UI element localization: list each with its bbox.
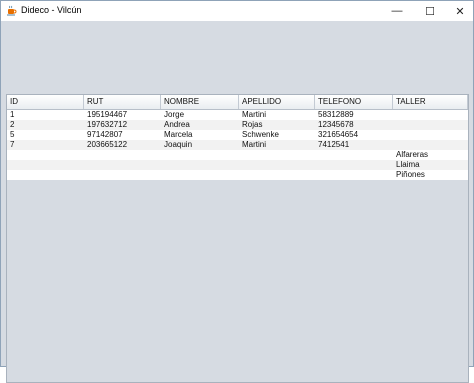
- cell-nombre[interactable]: Jorge: [161, 110, 239, 120]
- table-row[interactable]: Llaima: [7, 160, 468, 170]
- cell-nombre[interactable]: [161, 150, 239, 160]
- cell-taller[interactable]: [393, 120, 468, 130]
- cell-nombre[interactable]: [161, 170, 239, 180]
- maximize-icon: ☐: [425, 5, 435, 18]
- cell-apellido[interactable]: [239, 170, 315, 180]
- cell-nombre[interactable]: Marcela: [161, 130, 239, 140]
- cell-telefono[interactable]: [315, 160, 393, 170]
- close-button[interactable]: ✕: [445, 1, 474, 21]
- cell-id[interactable]: 2: [7, 120, 84, 130]
- cell-apellido[interactable]: Schwenke: [239, 130, 315, 140]
- column-header-taller[interactable]: TALLER: [393, 95, 468, 109]
- minimize-icon: —: [391, 5, 403, 17]
- cell-nombre[interactable]: Joaquin: [161, 140, 239, 150]
- table-header: ID RUT NOMBRE APELLIDO TELEFONO TALLER: [7, 95, 468, 110]
- cell-apellido[interactable]: [239, 150, 315, 160]
- cell-telefono[interactable]: [315, 150, 393, 160]
- client-area: ID RUT NOMBRE APELLIDO TELEFONO TALLER 1…: [1, 21, 473, 383]
- column-header-telefono[interactable]: TELEFONO: [315, 95, 393, 109]
- cell-id[interactable]: [7, 170, 84, 180]
- cell-telefono[interactable]: 321654654: [315, 130, 393, 140]
- cell-rut[interactable]: 197632712: [84, 120, 161, 130]
- column-header-apellido[interactable]: APELLIDO: [239, 95, 315, 109]
- cell-id[interactable]: [7, 160, 84, 170]
- cell-taller[interactable]: [393, 140, 468, 150]
- maximize-button[interactable]: ☐: [415, 1, 445, 21]
- table-row[interactable]: Alfareras: [7, 150, 468, 160]
- window-title: Dideco - Vilcún: [21, 5, 82, 15]
- app-window: Dideco - Vilcún — ☐ ✕ ID RUT NOMBRE APEL…: [0, 0, 474, 383]
- title-bar[interactable]: Dideco - Vilcún — ☐ ✕: [1, 1, 473, 21]
- cell-id[interactable]: 5: [7, 130, 84, 140]
- cell-rut[interactable]: [84, 150, 161, 160]
- cell-id[interactable]: [7, 150, 84, 160]
- table-row[interactable]: 2 197632712 Andrea Rojas 12345678: [7, 120, 468, 130]
- table-row[interactable]: 1 195194467 Jorge Martini 58312889: [7, 110, 468, 120]
- column-header-nombre[interactable]: NOMBRE: [161, 95, 239, 109]
- table-row[interactable]: 5 97142807 Marcela Schwenke 321654654: [7, 130, 468, 140]
- cell-rut[interactable]: 195194467: [84, 110, 161, 120]
- cell-apellido[interactable]: Rojas: [239, 120, 315, 130]
- table-row[interactable]: 7 203665122 Joaquin Martini 7412541: [7, 140, 468, 150]
- cell-taller[interactable]: [393, 110, 468, 120]
- table-row[interactable]: Piñones: [7, 170, 468, 180]
- cell-apellido[interactable]: [239, 160, 315, 170]
- cell-telefono[interactable]: 12345678: [315, 120, 393, 130]
- cell-apellido[interactable]: Martini: [239, 110, 315, 120]
- cell-apellido[interactable]: Martini: [239, 140, 315, 150]
- cell-id[interactable]: 1: [7, 110, 84, 120]
- column-header-id[interactable]: ID: [7, 95, 84, 109]
- cell-nombre[interactable]: [161, 160, 239, 170]
- cell-id[interactable]: 7: [7, 140, 84, 150]
- cell-rut[interactable]: [84, 160, 161, 170]
- cell-taller[interactable]: Alfareras: [393, 150, 468, 160]
- table-body: 1 195194467 Jorge Martini 58312889 2 197…: [7, 110, 468, 180]
- java-cup-icon: [7, 5, 17, 16]
- cell-rut[interactable]: 203665122: [84, 140, 161, 150]
- cell-rut[interactable]: 97142807: [84, 130, 161, 140]
- close-icon: ✕: [455, 5, 465, 18]
- column-header-rut[interactable]: RUT: [84, 95, 161, 109]
- minimize-button[interactable]: —: [382, 1, 412, 21]
- data-table[interactable]: ID RUT NOMBRE APELLIDO TELEFONO TALLER 1…: [6, 94, 469, 383]
- cell-taller[interactable]: Piñones: [393, 170, 468, 180]
- cell-telefono[interactable]: [315, 170, 393, 180]
- cell-nombre[interactable]: Andrea: [161, 120, 239, 130]
- cell-taller[interactable]: Llaima: [393, 160, 468, 170]
- cell-rut[interactable]: [84, 170, 161, 180]
- cell-taller[interactable]: [393, 130, 468, 140]
- cell-telefono[interactable]: 58312889: [315, 110, 393, 120]
- cell-telefono[interactable]: 7412541: [315, 140, 393, 150]
